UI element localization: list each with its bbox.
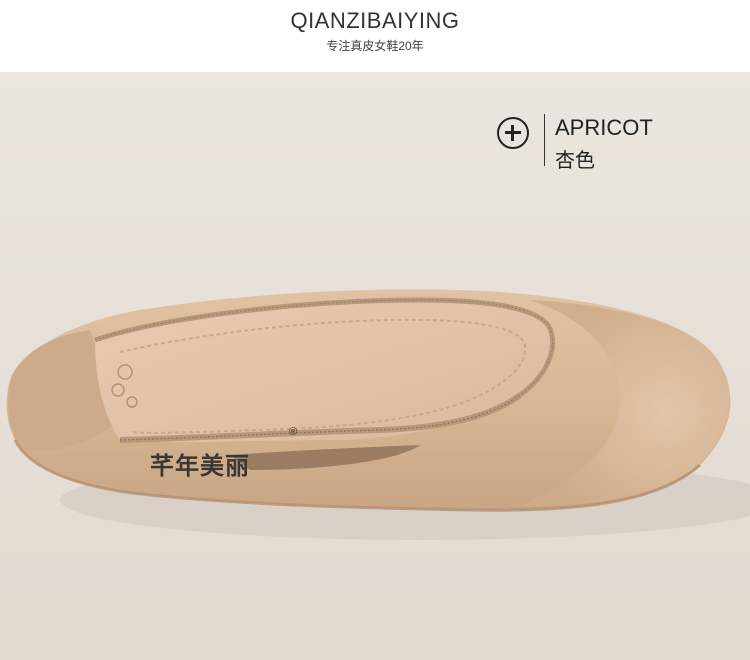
color-name-cn: 杏色 (555, 150, 595, 172)
brand-name: QIANZIBAIYING (290, 8, 460, 33)
brand-header: QIANZIBAIYING 专注真皮女鞋20年 (0, 0, 750, 72)
plus-circle-icon (497, 117, 529, 149)
registered-mark: ® (289, 426, 298, 438)
color-label-divider (544, 114, 545, 166)
color-label: APRICOT 杏色 (497, 114, 697, 172)
color-name-en: APRICOT (555, 115, 653, 140)
brand-tagline: 专注真皮女鞋20年 (326, 39, 424, 53)
insole-brand-logo: 芊年美丽 (150, 451, 250, 480)
